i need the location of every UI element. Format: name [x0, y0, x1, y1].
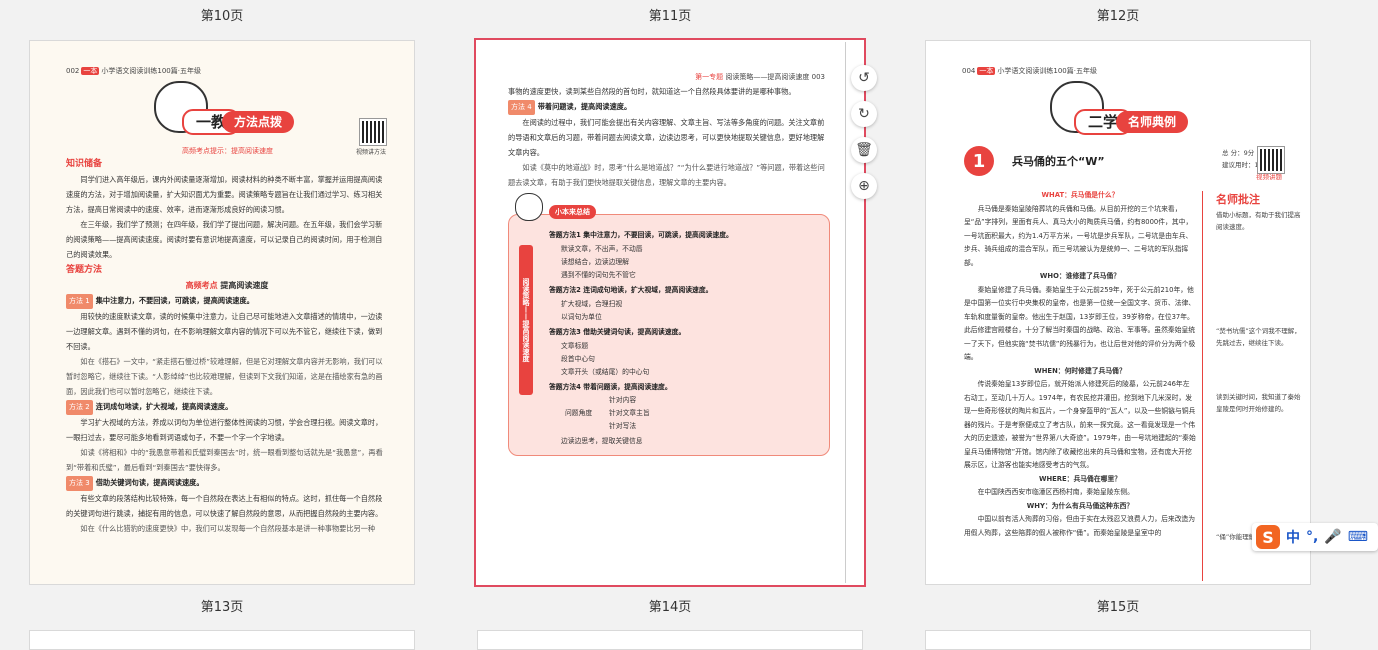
- page-thumbnail-13[interactable]: 002 一本 小学语文阅读训练100篇·五年级 一教 方法点拨 高频考点提示：提高阅…: [29, 40, 415, 585]
- method-title: 带着问题读，提高阅读速度。: [537, 102, 632, 111]
- mind-item: 答题方法1 集中注意力，不要回读，可跳读，提高阅读速度。: [549, 231, 733, 239]
- content-body: 知识储备 同学们进入高年级后，课内外阅读量逐渐增加，阅读材料的种类不断丰富，掌握…: [66, 156, 388, 536]
- page-label: 第13页: [200, 600, 244, 615]
- banner-small: 方法点拨: [222, 111, 295, 133]
- ime-language-toggle[interactable]: 中: [1286, 527, 1300, 547]
- paragraph-example: 如在《什么比猎豹的速度更快》中，我们可以发现每一个自然段基本是讲一种事物要比另一…: [80, 524, 376, 533]
- paragraph: 中国以前有活人殉葬的习俗，但由于实在太残忍又浪费人力，后来改造为用假人殉葬，这些…: [964, 515, 1196, 537]
- paragraph: 在三年级，我们学了预测；在四年级，我们学了提出问题，解决问题。在五年级，我们会学…: [66, 220, 383, 259]
- page-label: 第11页: [648, 9, 692, 24]
- page-thumbnail-15[interactable]: 004 一本 小学语文阅读训练100篇·五年级 二学 名师典例 1 兵马俑的五个“W…: [925, 40, 1311, 585]
- page-label: 第15页: [1096, 600, 1140, 615]
- paragraph-example: 如在《搭石》一文中，“紧走搭石慢过桥”较难理解，但是它对理解文章内容并无影响，我…: [66, 357, 383, 396]
- paragraph-example: 如读《莫中的地道战》时，思考“什么是地道战？”“为什么要进行地道战？”等问题，带…: [508, 163, 825, 187]
- question-heading: WHAT：兵马俑是什么？: [1041, 191, 1119, 199]
- paragraph: 在中国陕西西安市临潼区西杨村南，秦始皇陵东侧。: [977, 488, 1134, 496]
- mind-item: 针对内容: [609, 396, 637, 404]
- subtitle: 高频考点提示：提高阅读速度: [182, 147, 273, 155]
- page-label: 第12页: [1096, 9, 1140, 24]
- paragraph: 秦始皇修建了兵马俑。秦始皇生于公元前259年，死于公元前210年，他是中国第一位…: [964, 285, 1196, 362]
- mind-item: 文章标题: [561, 342, 589, 350]
- delete-icon[interactable]: 🗑: [851, 137, 877, 163]
- notes-title: 名师批注: [1216, 193, 1260, 206]
- method-title: 借助关键词句读，提高阅读速度。: [95, 478, 204, 487]
- section-heading: 答题方法: [66, 265, 103, 275]
- mind-item: 答题方法4 带着问题读，提高阅读速度。: [549, 383, 672, 391]
- page-header: 004 一本 小学语文阅读训练100篇·五年级: [962, 67, 1097, 75]
- mind-item: 读想结合，边读边理解: [561, 258, 629, 266]
- article-title: 兵马俑的五个“W”: [1012, 155, 1105, 168]
- page-label: 第10页: [200, 9, 244, 24]
- section-heading: 知识储备: [66, 159, 103, 169]
- center-title: 高频考点: [185, 281, 218, 290]
- margin-note: “焚书坑儒”这个词我不理解，先跳过去，继续往下读。: [1216, 327, 1301, 347]
- margin-note: 读到关键时间，我知道了秦始皇陵是何时开始修建的。: [1216, 393, 1301, 413]
- paragraph-example: 如读《将相和》中的“我愚意带着和氏璧到秦国去”时，统一眼看到整句话就先是“我愚意…: [66, 448, 383, 472]
- keyboard-icon[interactable]: ⌨: [1348, 529, 1368, 545]
- page-thumbnail-17[interactable]: [477, 630, 863, 650]
- margin-note: 借助小标题，有助于我们提高阅读速度。: [1216, 211, 1301, 231]
- page-header: 002 一本 小学语文阅读训练100篇·五年级: [66, 67, 201, 75]
- mind-item: 文章开头（或结尾）的中心句: [561, 368, 650, 376]
- method-title: 连词成句地读，扩大视域，提高阅读速度。: [95, 402, 233, 411]
- paragraph: 事物的速度更快，读到某些自然段的首句时，就知道这一个自然段具体要讲的是哪种事物。: [508, 87, 796, 96]
- mind-map-root: 阅读策略——提高阅读速度: [519, 245, 533, 395]
- mind-item: 针对写法: [609, 422, 637, 430]
- mind-item: 答题方法3 借助关键词句读，提高阅读速度。: [549, 328, 686, 336]
- article-body: WHAT：兵马俑是什么？ 兵马俑是秦始皇陵陪葬坑的兵俑和马俑。从目前开挖的三个坑…: [964, 189, 1196, 540]
- paragraph: 在阅读的过程中，我们可能会提出有关内容理解、文章主旨、写法等多角度的问题。关注文…: [508, 118, 825, 157]
- question-heading: WHY：为什么有兵马俑这种东西？: [1026, 501, 1134, 510]
- paragraph: 用较快的速度默读文章，读的时候集中注意力，让自己尽可能地进入文章描述的情境中，一…: [66, 312, 383, 351]
- rotate-left-icon[interactable]: ↺: [851, 65, 877, 91]
- microphone-icon[interactable]: 🎤: [1324, 529, 1341, 545]
- cartoon-character-icon: [515, 193, 543, 221]
- content-body: 事物的速度更快，读到某些自然段的首句时，就知道这一个自然段具体要讲的是哪种事物。…: [508, 84, 826, 190]
- question-heading: WHEN：何时修建了兵马俑？: [1034, 366, 1126, 375]
- question-heading: WHO：谁修建了兵马俑？: [1039, 272, 1121, 280]
- mind-item: 默读文章，不出声，不动唇: [561, 245, 643, 253]
- center-title-2: 提高阅读速度: [220, 281, 269, 290]
- mind-map: 小本来总结 阅读策略——提高阅读速度 答题方法1 集中注意力，不要回读，可跳读，…: [508, 193, 830, 456]
- method-title: 集中注意力，不要回读，可跳读，提高阅读速度。: [95, 296, 254, 305]
- score-total: 总 分：9分: [1222, 149, 1255, 157]
- add-page-icon[interactable]: ⊕: [851, 173, 877, 199]
- page-thumbnail-14[interactable]: 第一专题 阅读策略——提高阅读速度 003 事物的速度更快，读到某些自然段的首句…: [474, 38, 866, 587]
- mind-item: 遇到不懂的词句先不管它: [561, 271, 636, 279]
- paragraph: 传说秦始皇13岁即位后，就开始派人修建死后的陵墓，公元前246年左右动工，至动几…: [964, 380, 1196, 469]
- page-thumbnail-18[interactable]: [925, 630, 1311, 650]
- paragraph: 有些文章的段落结构比较特殊，每一个自然段在表达上有相似的特点。这时，抓住每一个自…: [66, 494, 383, 518]
- page-label: 第14页: [648, 600, 692, 615]
- page-header: 第一专题 阅读策略——提高阅读速度 003: [695, 73, 825, 81]
- mind-map-title: 小本来总结: [549, 205, 596, 219]
- article-number-badge: 1: [964, 146, 994, 176]
- question-heading: WHERE：兵马俑在哪里？: [1038, 474, 1122, 483]
- mind-item: 答题方法2 连词成句地读，扩大视域，提高阅读速度。: [549, 286, 713, 294]
- page-thumbnail-16[interactable]: [29, 630, 415, 650]
- mind-item: 针对文章主旨: [609, 409, 650, 417]
- mind-item: 段首中心句: [561, 355, 595, 363]
- qr-label: 视频讲方法: [356, 149, 387, 156]
- mind-item: 以词句为单位: [561, 313, 602, 321]
- qr-label: 视频讲题: [1256, 173, 1282, 181]
- qr-code-icon: [1257, 146, 1285, 174]
- mind-item: 问题角度: [565, 409, 593, 417]
- ime-punctuation-toggle[interactable]: °,: [1306, 529, 1318, 545]
- paragraph: 同学们进入高年级后，课内外阅读量逐渐增加，阅读材料的种类不断丰富，掌握并运用提高…: [66, 175, 383, 214]
- rotate-right-icon[interactable]: ↻: [851, 101, 877, 127]
- ime-toolbar[interactable]: S 中 °, 🎤 ⌨: [1252, 523, 1378, 551]
- paragraph: 学习扩大视域的方法，养成以词句为单位进行整体性阅读的习惯，学会合理扫视。阅读文章…: [66, 418, 383, 442]
- mind-item: 边读边思考，提取关键信息: [561, 437, 643, 445]
- banner-small: 名师典例: [1116, 111, 1189, 133]
- margin-divider: [1202, 191, 1203, 581]
- qr-code-icon: [359, 118, 387, 146]
- paragraph: 兵马俑是秦始皇陵陪葬坑的兵俑和马俑。从目前开挖的三个坑来看，呈“品”字排列，里面…: [964, 204, 1193, 267]
- sogou-logo-icon[interactable]: S: [1256, 525, 1280, 549]
- mind-item: 扩大视域，合理扫视: [561, 300, 623, 308]
